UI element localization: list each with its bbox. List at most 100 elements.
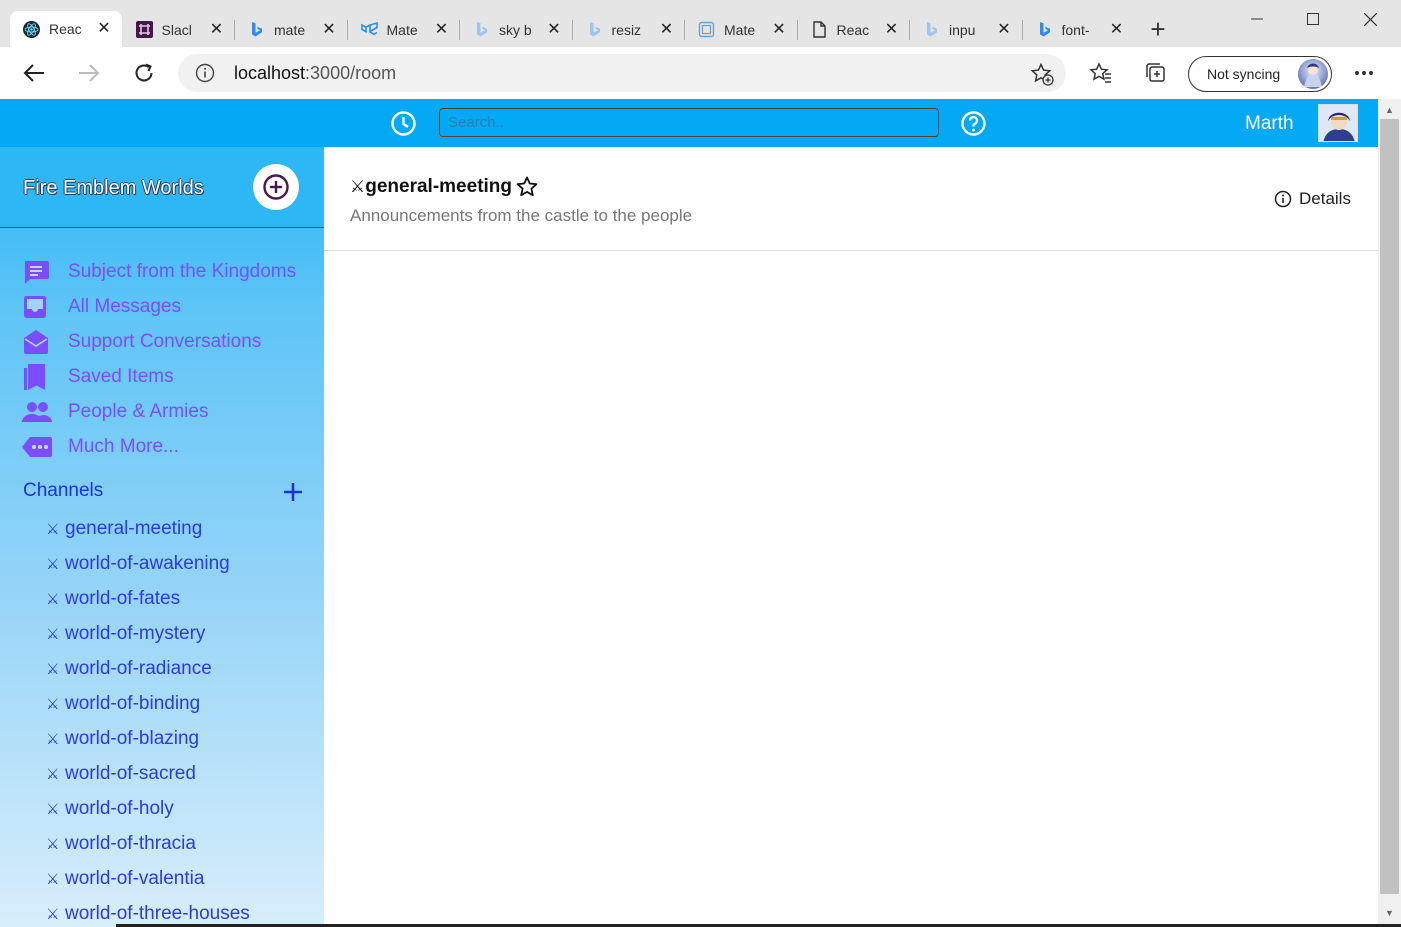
browser-tab[interactable]: inpu ✕ bbox=[910, 12, 1022, 47]
favorites-icon bbox=[1089, 62, 1111, 83]
channel-name: world-of-binding bbox=[65, 693, 201, 714]
collections-icon bbox=[1146, 63, 1165, 82]
history-icon[interactable] bbox=[390, 110, 417, 137]
sword-icon: ⚔ bbox=[46, 661, 60, 678]
scroll-down-icon[interactable]: ▼ bbox=[1378, 904, 1401, 921]
browser-tab[interactable]: Reac ✕ bbox=[10, 11, 122, 47]
channel-item[interactable]: ⚔ world-of-fates bbox=[46, 585, 180, 613]
channel-item[interactable]: ⚔ world-of-radiance bbox=[46, 655, 212, 683]
close-tab-icon[interactable]: ✕ bbox=[209, 21, 225, 38]
url-text: localhost:3000/room bbox=[234, 63, 396, 84]
sword-icon: ⚔ bbox=[46, 591, 60, 608]
maximize-window-button[interactable] bbox=[1290, 6, 1336, 32]
channel-name: world-of-valentia bbox=[65, 868, 205, 889]
sword-icon: ⚔ bbox=[46, 626, 60, 643]
star-icon[interactable] bbox=[515, 175, 539, 199]
add-workspace-button[interactable] bbox=[253, 164, 299, 210]
address-bar[interactable]: localhost:3000/room bbox=[178, 54, 1066, 92]
url-host: localhost bbox=[234, 62, 306, 83]
close-tab-icon[interactable]: ✕ bbox=[321, 21, 337, 38]
refresh-button[interactable] bbox=[129, 58, 159, 88]
back-button[interactable] bbox=[19, 58, 49, 88]
channel-name: world-of-mystery bbox=[65, 623, 206, 644]
tab-title: inpu bbox=[949, 21, 976, 38]
tab-title: resiz bbox=[611, 21, 642, 38]
add-circle-icon bbox=[263, 174, 289, 200]
browser-tab[interactable]: resiz ✕ bbox=[573, 12, 685, 47]
channel-item[interactable]: ⚔ world-of-thracia bbox=[46, 830, 196, 858]
sidebar-nav-item[interactable]: Subject from the Kingdoms bbox=[22, 257, 296, 287]
close-tab-icon[interactable]: ✕ bbox=[546, 21, 562, 38]
info-icon bbox=[1274, 190, 1292, 208]
channel-item[interactable]: ⚔ world-of-binding bbox=[46, 690, 200, 718]
channels-heading[interactable]: Channels bbox=[23, 480, 103, 502]
new-tab-icon[interactable]: + bbox=[1146, 16, 1170, 42]
browser-tab[interactable]: font- ✕ bbox=[1023, 12, 1135, 47]
bing-icon bbox=[923, 21, 940, 38]
add-favorite-icon[interactable] bbox=[1030, 62, 1054, 86]
favorites-button[interactable] bbox=[1088, 60, 1114, 86]
forward-button[interactable] bbox=[74, 58, 104, 88]
close-tab-icon[interactable]: ✕ bbox=[884, 21, 900, 38]
sidebar-nav-item[interactable]: People & Armies bbox=[22, 397, 208, 427]
sword-icon: ⚔ bbox=[350, 177, 366, 196]
user-avatar[interactable] bbox=[1318, 104, 1358, 142]
profile-avatar bbox=[1298, 59, 1328, 89]
settings-menu-button[interactable] bbox=[1351, 60, 1377, 86]
tab-title: Mate bbox=[724, 21, 756, 38]
help-icon[interactable] bbox=[960, 110, 987, 137]
arrow-left-icon bbox=[23, 64, 44, 82]
add-channel-icon[interactable] bbox=[281, 480, 305, 504]
details-button[interactable]: Details bbox=[1274, 189, 1351, 209]
channel-name: world-of-three-houses bbox=[65, 903, 250, 924]
sword-icon: ⚔ bbox=[46, 731, 60, 748]
browser-tab[interactable]: Mate ✕ bbox=[348, 12, 460, 47]
sidebar-nav-label: Subject from the Kingdoms bbox=[68, 261, 297, 282]
browser-tab[interactable]: sky b ✕ bbox=[460, 12, 572, 47]
tab-separator bbox=[909, 20, 910, 40]
site-info-icon[interactable] bbox=[195, 63, 215, 83]
channel-item[interactable]: ⚔ world-of-mystery bbox=[46, 620, 205, 648]
browser-tab[interactable]: Mate ✕ bbox=[685, 12, 797, 47]
browser-tab[interactable]: Slacl ✕ bbox=[123, 12, 235, 47]
sidebar-nav-item[interactable]: All Messages bbox=[22, 292, 181, 322]
sidebar-nav-label: Saved Items bbox=[68, 366, 174, 387]
sidebar-nav-item[interactable]: Much More... bbox=[22, 432, 179, 462]
close-tab-icon[interactable]: ✕ bbox=[659, 21, 675, 38]
browser-tab[interactable]: mate ✕ bbox=[235, 12, 347, 47]
bing-icon bbox=[248, 21, 265, 38]
sidebar-nav-label: People & Armies bbox=[68, 401, 209, 422]
channel-item[interactable]: ⚔ world-of-holy bbox=[46, 795, 174, 823]
bookmarks-icon bbox=[22, 363, 52, 391]
scrollbar-thumb[interactable] bbox=[1380, 119, 1399, 894]
page-frame-icon bbox=[698, 21, 715, 38]
close-tab-icon[interactable]: ✕ bbox=[96, 21, 112, 37]
channel-item[interactable]: ⚔ world-of-three-houses bbox=[46, 900, 250, 927]
arrow-right-icon bbox=[79, 64, 100, 82]
url-path: :3000/room bbox=[305, 62, 397, 83]
close-tab-icon[interactable]: ✕ bbox=[1109, 21, 1125, 38]
collections-button[interactable] bbox=[1143, 60, 1169, 86]
username[interactable]: Marth bbox=[1245, 113, 1294, 135]
close-tab-icon[interactable]: ✕ bbox=[434, 21, 450, 38]
page-scrollbar[interactable]: ▲ ▼ bbox=[1378, 99, 1401, 927]
channel-item[interactable]: ⚔ world-of-awakening bbox=[46, 550, 230, 578]
workspace-header: Fire Emblem Worlds bbox=[0, 147, 324, 228]
channel-item[interactable]: ⚔ world-of-blazing bbox=[46, 725, 199, 753]
bing-icon bbox=[586, 21, 603, 38]
search-input[interactable] bbox=[439, 108, 939, 137]
tab-separator bbox=[346, 20, 348, 40]
close-window-button[interactable] bbox=[1347, 6, 1393, 32]
channel-item[interactable]: ⚔ world-of-sacred bbox=[46, 760, 196, 788]
minimize-window-button[interactable] bbox=[1234, 6, 1280, 32]
sidebar-nav-item[interactable]: Support Conversations bbox=[22, 327, 261, 357]
scroll-up-icon[interactable]: ▲ bbox=[1378, 101, 1401, 118]
close-tab-icon[interactable]: ✕ bbox=[771, 21, 787, 38]
sidebar-nav-item[interactable]: Saved Items bbox=[22, 362, 174, 392]
close-tab-icon[interactable]: ✕ bbox=[996, 21, 1012, 38]
channel-item[interactable]: ⚔ world-of-valentia bbox=[46, 865, 204, 893]
channel-item[interactable]: ⚔ general-meeting bbox=[46, 515, 202, 543]
profile-sync-button[interactable]: Not syncing bbox=[1188, 56, 1332, 92]
channel-name: world-of-holy bbox=[65, 798, 174, 819]
browser-tab[interactable]: Reac ✕ bbox=[798, 12, 910, 47]
